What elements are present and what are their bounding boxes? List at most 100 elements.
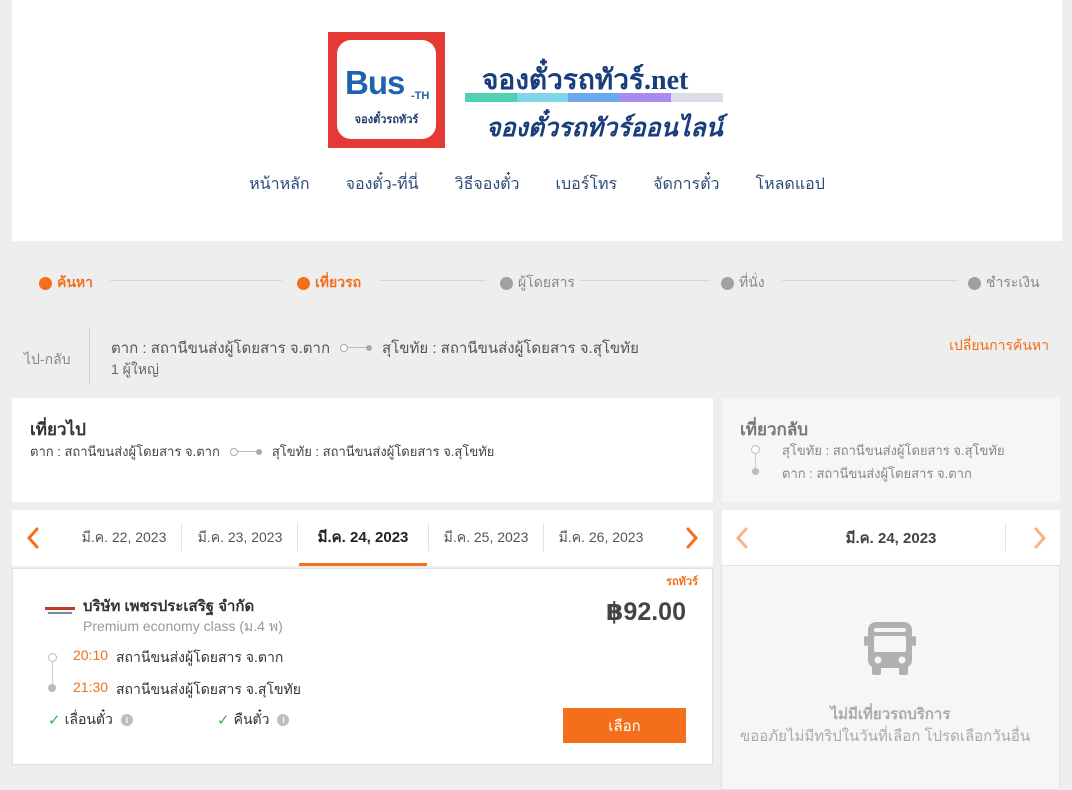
date-separator	[1005, 523, 1006, 551]
return-from: สุโขทัย : สถานีขนส่งผู้โดยสาร จ.สุโขทัย	[782, 443, 1005, 458]
site-subtitle: จองตั๋วรถทัวร์ออนไลน์	[486, 115, 723, 142]
empty-title: ไม่มีเที่ยวรถบริการ	[830, 706, 951, 723]
next-date-button[interactable]	[680, 524, 704, 552]
outbound-route: ตาก : สถานีขนส่งผู้โดยสาร จ.ตาก สุโขทัย …	[30, 441, 494, 462]
brand-bar-segment	[619, 93, 672, 102]
date-tab[interactable]: มี.ค. 26, 2023	[545, 510, 657, 566]
return-header[interactable]: เที่ยวกลับ สุโขทัย : สถานีขนส่งผู้โดยสาร…	[722, 398, 1060, 502]
booking-steps: ค้นหา เที่ยวรถ ผู้โดยสาร ที่นั่ง ชำระเงิ…	[12, 262, 1062, 298]
step-connector	[580, 280, 710, 281]
nav-download-app[interactable]: โหลดแอป	[755, 172, 824, 197]
step-connector	[380, 280, 486, 281]
step-label: ที่นั่ง	[739, 274, 765, 290]
divider	[89, 327, 90, 385]
step-dot	[297, 276, 310, 290]
feature-reschedule: ✓ เลื่อนตั๋ว i	[48, 709, 133, 731]
trip-type: ไป-กลับ	[24, 351, 71, 367]
select-trip-button[interactable]: เลือก	[563, 708, 686, 743]
feature-label: เลื่อนตั๋ว	[64, 711, 113, 727]
main-nav: หน้าหลัก จองตั๋ว-ที่นี่ วิธีจองตั๋ว เบอร…	[12, 172, 1062, 197]
brand-bar-segment	[568, 93, 620, 102]
step-connector	[782, 280, 958, 281]
outbound-header: เที่ยวไป ตาก : สถานีขนส่งผู้โดยสาร จ.ตาก…	[12, 398, 713, 502]
date-tab[interactable]: มี.ค. 25, 2023	[430, 510, 542, 566]
return-date-selector: มี.ค. 24, 2023	[722, 510, 1060, 566]
chevron-left-icon	[735, 527, 748, 549]
return-next-date-button[interactable]	[1028, 524, 1052, 552]
check-icon: ✓	[217, 712, 230, 729]
trip-type-tag: รถทัวร์	[666, 576, 698, 588]
chevron-right-icon	[1034, 527, 1047, 549]
route-connector-icon	[229, 447, 262, 456]
logo-inner: Bus -TH จองตั๋วรถทัวร์	[337, 40, 436, 139]
nav-home[interactable]: หน้าหลัก	[249, 172, 310, 197]
empty-message: ขออภัยไม่มีทริปในวันที่เลือก โปรดเลือกวั…	[740, 728, 1031, 745]
step-dot	[500, 276, 513, 290]
operator-name: บริษัท เพชรประเสริฐ จำกัด	[83, 598, 255, 615]
outbound-from: ตาก : สถานีขนส่งผู้โดยสาร จ.ตาก	[30, 444, 220, 459]
chevron-left-icon	[26, 527, 39, 549]
prev-date-button[interactable]	[21, 524, 45, 552]
brand-bar-segment	[671, 93, 723, 102]
depart-station: สถานีขนส่งผู้โดยสาร จ.ตาก	[116, 649, 284, 665]
return-date: มี.ค. 24, 2023	[845, 530, 937, 547]
outbound-to: สุโขทัย : สถานีขนส่งผู้โดยสาร จ.สุโขทัย	[271, 444, 495, 459]
operator-logo	[45, 607, 75, 614]
feature-label: คืนตั๋ว	[233, 711, 270, 727]
logo-text: Bus	[345, 64, 405, 101]
arrive-station: สถานีขนส่งผู้โดยสาร จ.สุโขทัย	[116, 681, 301, 697]
brand-bar-segment	[465, 93, 517, 102]
nav-manage-ticket[interactable]: จัดการตั๋ว	[653, 172, 719, 197]
timeline-end-dot	[752, 468, 759, 475]
summary-from: ตาก : สถานีขนส่งผู้โดยสาร จ.ตาก	[111, 340, 331, 357]
info-icon[interactable]: i	[277, 714, 290, 726]
bus-icon	[864, 622, 916, 675]
nav-how-to-book[interactable]: วิธีจองตั๋ว	[455, 172, 520, 197]
timeline-start-dot	[751, 445, 760, 454]
step-trip[interactable]: เที่ยวรถ	[297, 272, 361, 294]
step-passenger: ผู้โดยสาร	[500, 272, 575, 294]
arrive-time: 21:30	[73, 679, 109, 695]
date-tab[interactable]: มี.ค. 22, 2023	[68, 510, 180, 566]
route-connector-icon	[340, 344, 373, 352]
timeline-start-dot	[48, 653, 57, 662]
summary-route: ตาก : สถานีขนส่งผู้โดยสาร จ.ตาก สุโขทัย …	[111, 336, 639, 360]
step-connector	[110, 280, 282, 281]
step-label: ชำระเงิน	[986, 274, 1040, 290]
return-to: ตาก : สถานีขนส่งผู้โดยสาร จ.ตาก	[782, 466, 972, 481]
trip-price: ฿92.00	[606, 598, 686, 626]
bus-class: Premium economy class (ม.4 พ)	[83, 618, 283, 634]
return-title: เที่ยวกลับ	[740, 420, 809, 439]
date-separator	[428, 523, 429, 551]
date-separator	[297, 523, 298, 551]
nav-book-here[interactable]: จองตั๋ว-ที่นี่	[346, 172, 419, 197]
step-seat: ที่นั่ง	[721, 272, 765, 294]
info-icon[interactable]: i	[120, 714, 133, 726]
bus-th-logo[interactable]: Bus -TH จองตั๋วรถทัวร์	[328, 32, 445, 148]
return-empty-state: ไม่มีเที่ยวรถบริการ ขออภัยไม่มีทริปในวัน…	[721, 565, 1060, 790]
step-label: เที่ยวรถ	[315, 274, 362, 290]
step-search[interactable]: ค้นหา	[39, 272, 93, 294]
step-label: ผู้โดยสาร	[518, 274, 575, 290]
step-dot	[968, 276, 981, 290]
site-header: Bus -TH จองตั๋วรถทัวร์ จองตั๋วรถทัวร์.ne…	[12, 0, 1062, 241]
depart-time: 20:10	[73, 647, 109, 663]
step-dot	[721, 276, 734, 290]
logo-subtext: จองตั๋วรถทัวร์	[354, 114, 419, 126]
nav-phone[interactable]: เบอร์โทร	[556, 172, 618, 197]
feature-refund: ✓ คืนตั๋ว i	[217, 709, 290, 731]
change-search-link[interactable]: เปลี่ยนการค้นหา	[949, 335, 1049, 357]
date-separator	[181, 523, 182, 551]
passenger-count: 1 ผู้ใหญ่	[111, 361, 159, 377]
return-prev-date-button[interactable]	[730, 524, 754, 552]
date-separator	[543, 523, 544, 551]
step-label: ค้นหา	[57, 274, 94, 290]
date-tab-selected[interactable]: มี.ค. 24, 2023	[299, 510, 427, 566]
brand-color-bar	[465, 93, 723, 102]
summary-to: สุโขทัย : สถานีขนส่งผู้โดยสาร จ.สุโขทัย	[382, 340, 639, 357]
step-payment: ชำระเงิน	[968, 272, 1040, 294]
date-tab[interactable]: มี.ค. 23, 2023	[184, 510, 296, 566]
timeline-end-dot	[48, 684, 56, 692]
chevron-right-icon	[686, 527, 699, 549]
outbound-title: เที่ยวไป	[30, 420, 86, 439]
